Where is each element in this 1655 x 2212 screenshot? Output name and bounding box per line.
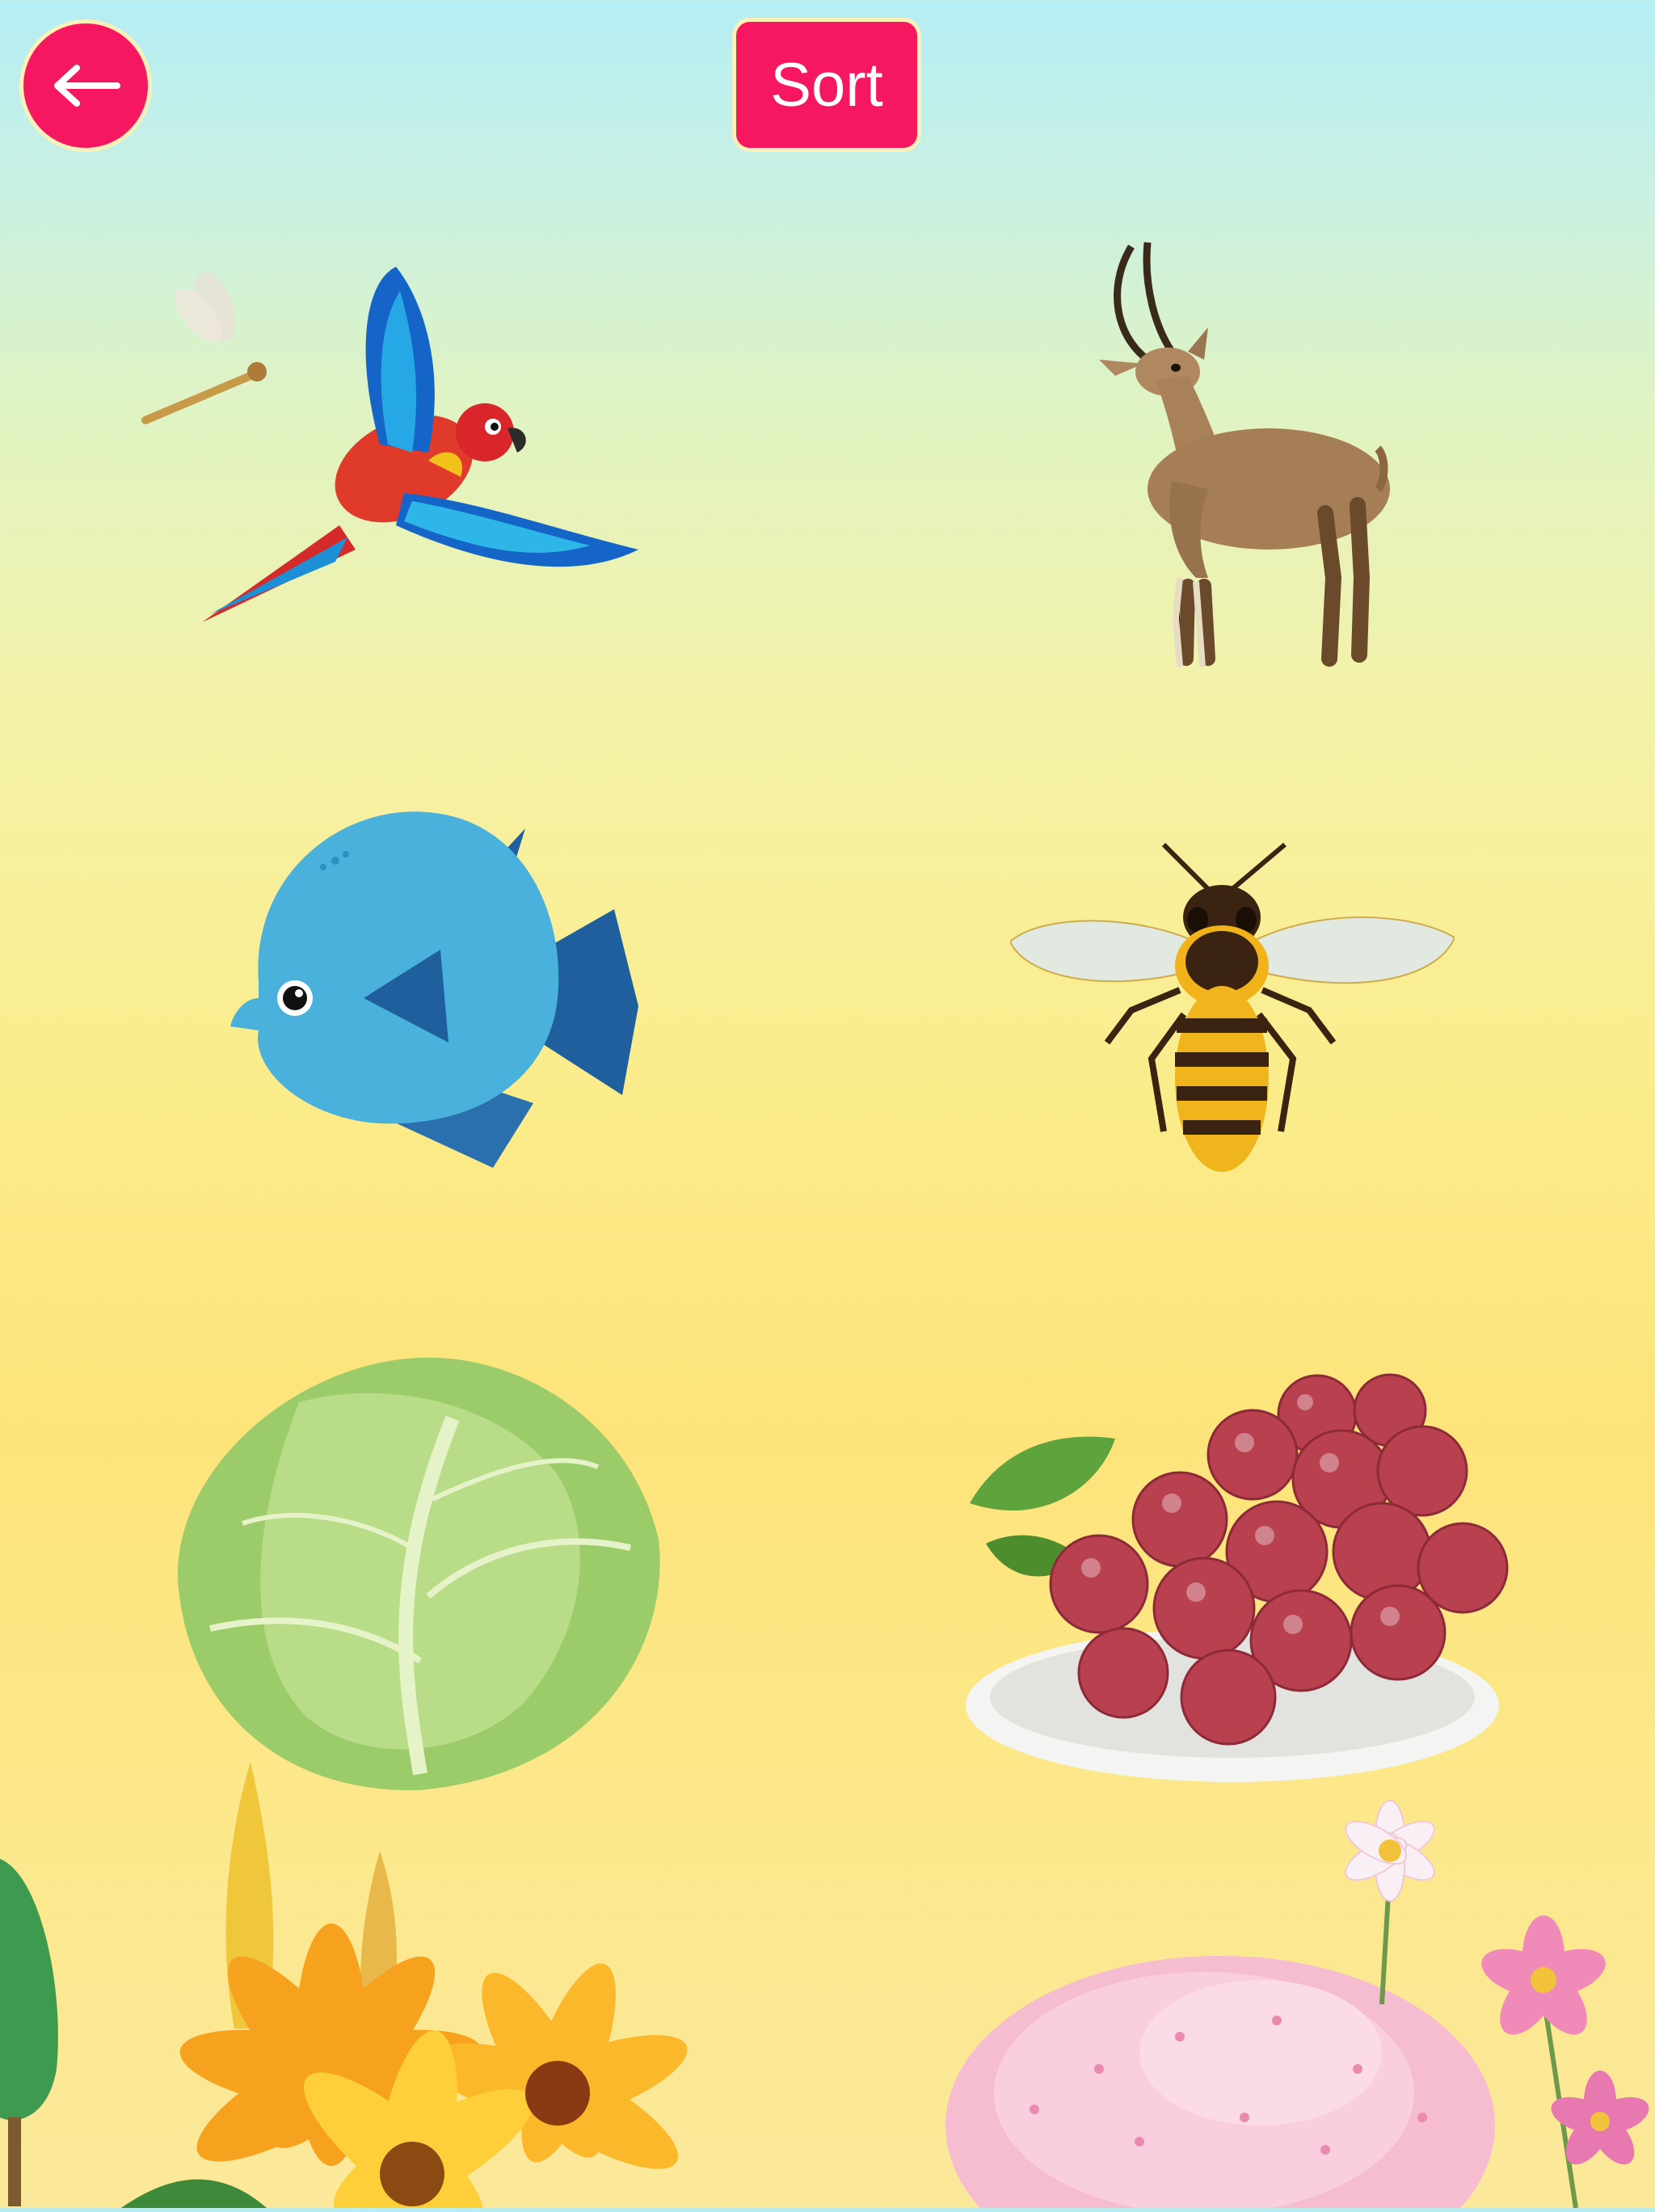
antelope-icon: [1099, 242, 1390, 668]
fish-card[interactable]: [226, 804, 646, 1168]
cabbage-icon: [177, 1357, 660, 1791]
fish-icon: [230, 811, 638, 1168]
sunflower-decoration: [121, 1899, 752, 2212]
back-button[interactable]: [19, 19, 152, 152]
dragonfly-icon: [141, 272, 267, 424]
antelope-card[interactable]: [1067, 238, 1390, 675]
sort-button[interactable]: Sort: [732, 18, 921, 152]
tree-decoration: [0, 1826, 65, 2206]
daisy-decoration: [1317, 1794, 1463, 2005]
grapes-card[interactable]: [937, 1366, 1519, 1790]
bee-card[interactable]: [1009, 841, 1456, 1180]
grapes-icon: [966, 1373, 1509, 1782]
parrot-icon: [141, 267, 638, 622]
arrow-left-icon: [54, 65, 120, 107]
parrot-card[interactable]: [137, 259, 655, 638]
cosmos-decoration: [1479, 1907, 1655, 2209]
bee-icon: [1009, 842, 1456, 1172]
cabbage-card[interactable]: [177, 1354, 663, 1794]
